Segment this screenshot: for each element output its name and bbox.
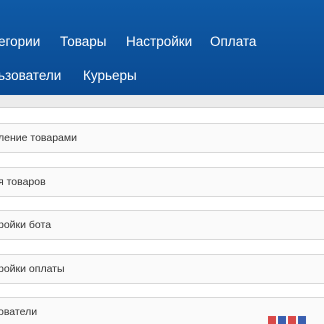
nav-item-settings[interactable]: Настройки xyxy=(126,34,192,50)
nav-item-couriers[interactable]: Курьеры xyxy=(83,68,137,84)
list-item-label: я товаров xyxy=(0,176,46,188)
top-navbar: я егории Товары Настройки Оплата ьзовате… xyxy=(0,0,324,95)
list-item-label: ователи xyxy=(0,306,38,318)
list-item-label: ройки бота xyxy=(0,219,52,231)
list-item-payment-settings[interactable]: ройки оплаты xyxy=(0,254,324,284)
list-item-product-categories[interactable]: я товаров xyxy=(0,167,324,197)
corner-logo-icon xyxy=(268,316,306,324)
nav-item-categories[interactable]: егории xyxy=(0,34,40,50)
list-item-label: ройки оплаты xyxy=(0,263,65,275)
list-item-label: ление товарами xyxy=(0,132,77,144)
nav-item-products[interactable]: Товары xyxy=(60,34,106,50)
nav-item-users[interactable]: ьзователи xyxy=(0,68,61,84)
list-top-strip xyxy=(0,95,324,108)
list-item-bot-settings[interactable]: ройки бота xyxy=(0,210,324,240)
menu-list: ление товарами я товаров ройки бота ройк… xyxy=(0,95,324,324)
list-item-product-management[interactable]: ление товарами xyxy=(0,123,324,153)
nav-item-payment[interactable]: Оплата xyxy=(210,34,256,50)
